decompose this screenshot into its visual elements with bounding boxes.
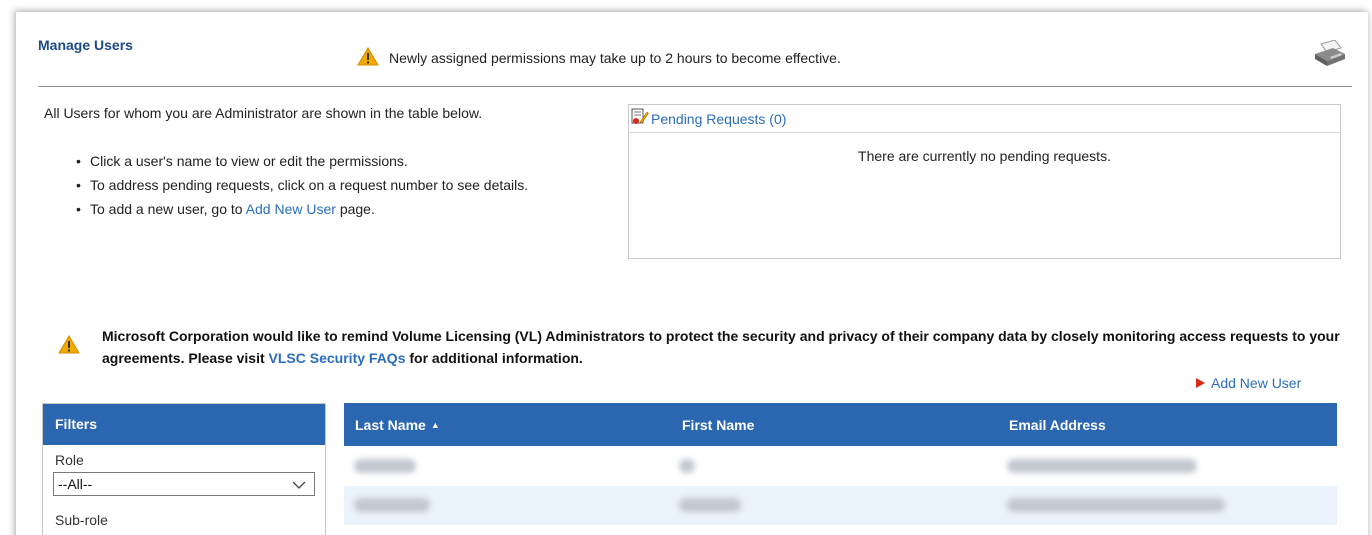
- table-row[interactable]: [344, 447, 1337, 486]
- filters-panel: Filters Role --All-- Sub-role: [42, 403, 326, 535]
- role-label: Role: [55, 452, 84, 468]
- instruction-list: Click a user's name to view or edit the …: [76, 149, 596, 221]
- add-new-user-button[interactable]: Add New User: [1196, 375, 1301, 391]
- pending-requests-message: There are currently no pending requests.: [858, 148, 1111, 164]
- first-name-column-header[interactable]: First Name: [682, 417, 754, 433]
- instruction-text: To address pending requests, click on a …: [90, 177, 529, 193]
- pending-requests-panel: Pending Requests (0) There are currently…: [628, 104, 1341, 259]
- email-column-header[interactable]: Email Address: [1009, 417, 1106, 433]
- redacted-email: [1007, 459, 1197, 473]
- security-reminder: Microsoft Corporation would like to remi…: [58, 325, 1348, 369]
- reminder-text: for additional information.: [405, 350, 583, 366]
- notice-text: Newly assigned permissions may take up t…: [389, 50, 841, 66]
- redacted-last-name: [354, 498, 430, 512]
- redacted-first-name: [679, 498, 741, 512]
- arrow-right-icon: [1196, 378, 1205, 388]
- add-new-user-inline-link[interactable]: Add New User: [246, 201, 336, 217]
- role-select[interactable]: --All--: [53, 472, 315, 496]
- instruction-text: Click a user's name to view or edit the …: [90, 153, 408, 169]
- filters-header: Filters: [43, 404, 325, 445]
- redacted-last-name: [354, 459, 416, 473]
- redacted-first-name: [679, 459, 695, 473]
- role-select-value: --All--: [58, 476, 93, 492]
- page-title: Manage Users: [38, 37, 133, 53]
- table-row[interactable]: [344, 486, 1337, 525]
- sub-role-label: Sub-role: [55, 512, 108, 528]
- pending-requests-link[interactable]: Pending Requests (0): [651, 111, 786, 127]
- column-label: Last Name: [355, 417, 426, 433]
- warning-icon: [357, 47, 379, 69]
- instruction-text: To add a new user, go to: [90, 201, 246, 217]
- warning-icon: [58, 335, 80, 369]
- security-reminder-text: Microsoft Corporation would like to remi…: [102, 325, 1348, 369]
- last-name-column-header[interactable]: Last Name ▲: [355, 417, 440, 433]
- instruction-item: To add a new user, go to Add New User pa…: [76, 197, 596, 221]
- instruction-item: To address pending requests, click on a …: [76, 173, 596, 197]
- intro-text: All Users for whom you are Administrator…: [44, 105, 483, 121]
- request-icon: [631, 108, 649, 129]
- printer-icon[interactable]: [1313, 39, 1347, 68]
- instruction-item: Click a user's name to view or edit the …: [76, 149, 596, 173]
- instruction-text: page.: [335, 201, 375, 217]
- table-header: Last Name ▲ First Name Email Address: [344, 403, 1337, 446]
- redacted-email: [1007, 498, 1225, 512]
- chevron-down-icon: [292, 476, 306, 492]
- permissions-notice: Newly assigned permissions may take up t…: [357, 47, 841, 69]
- sort-ascending-icon: ▲: [430, 420, 440, 430]
- pending-requests-header: Pending Requests (0): [629, 105, 1340, 133]
- header-divider: [38, 86, 1352, 87]
- add-new-user-label: Add New User: [1211, 375, 1302, 391]
- vlsc-security-faqs-link[interactable]: VLSC Security FAQs: [269, 350, 406, 366]
